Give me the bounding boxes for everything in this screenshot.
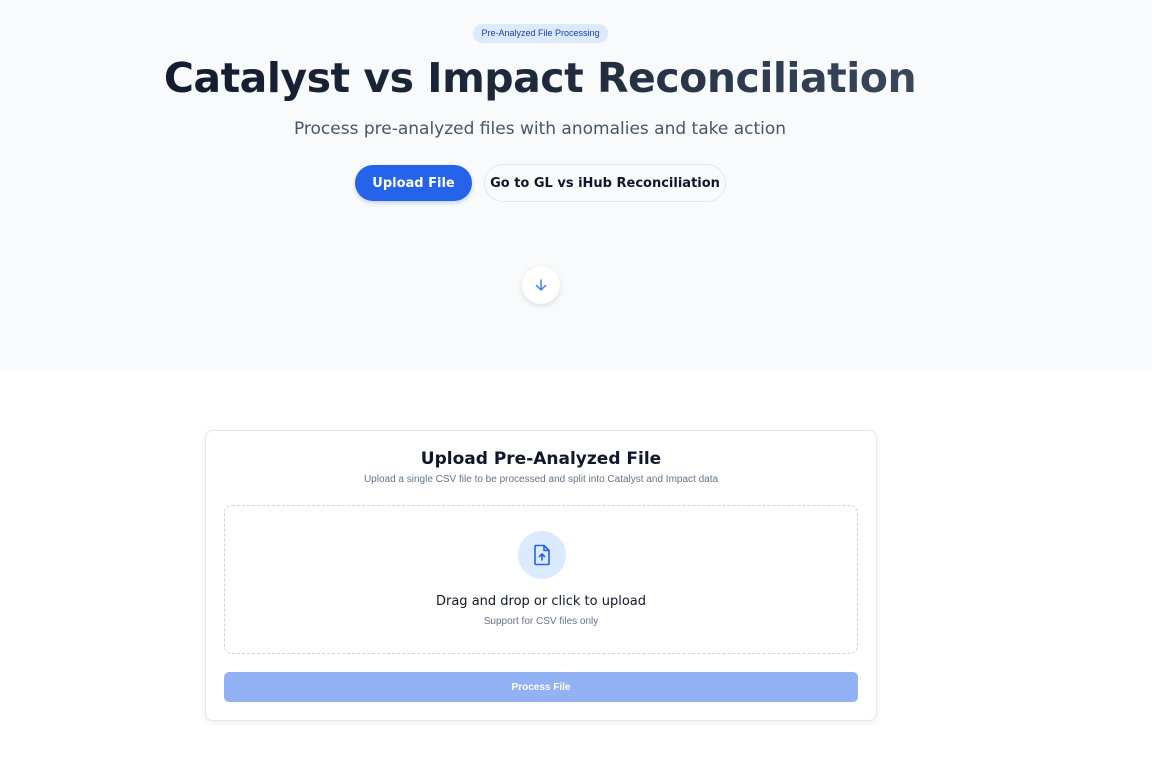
upload-card-title: Upload Pre-Analyzed File [420, 449, 662, 469]
upload-card: Upload Pre-Analyzed File Upload a single… [205, 430, 877, 721]
upload-file-button[interactable]: Upload File [355, 165, 472, 201]
go-to-gl-ihub-button[interactable]: Go to GL vs iHub Reconciliation [484, 164, 726, 202]
dropzone-icon-circle [518, 531, 566, 579]
processing-badge: Pre-Analyzed File Processing [473, 24, 608, 43]
file-upload-icon [534, 544, 550, 566]
page-title: Catalyst vs Impact Reconciliation [0, 50, 1080, 106]
upload-card-description: Upload a single CSV file to be processed… [363, 474, 719, 485]
page-subtitle: Process pre-analyzed files with anomalie… [293, 119, 787, 139]
dropzone-title: Drag and drop or click to upload [435, 594, 646, 609]
dropzone-hint: Support for CSV files only [483, 616, 599, 627]
file-dropzone[interactable]: Drag and drop or click to upload Support… [224, 505, 858, 654]
hero-section: Pre-Analyzed File Processing Catalyst vs… [0, 0, 1152, 370]
process-file-button[interactable]: Process File [224, 672, 858, 702]
scroll-down-button[interactable] [522, 266, 560, 304]
arrow-down-icon [535, 279, 547, 291]
